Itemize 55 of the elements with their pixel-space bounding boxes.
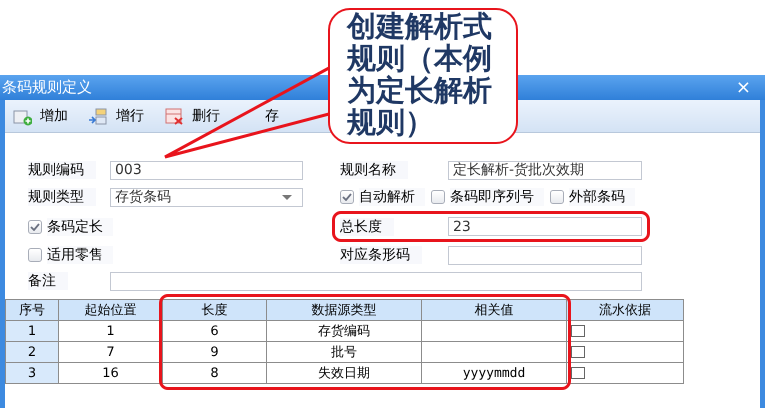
save-button[interactable]: 存 xyxy=(265,105,284,127)
checkbox-label: 条码即序列号 xyxy=(450,188,544,206)
input-field[interactable]: 003 xyxy=(110,160,303,180)
table-cell: 16 xyxy=(58,362,162,384)
table-cell: 1 xyxy=(58,320,162,342)
row-number: 3 xyxy=(6,362,58,384)
field-label: 规则类型 xyxy=(28,188,96,206)
delete-row-icon xyxy=(164,106,184,126)
checkbox[interactable] xyxy=(28,248,42,262)
checkbox-label: 自动解析 xyxy=(359,188,425,206)
add-button[interactable]: 增加 xyxy=(7,104,73,128)
dropdown[interactable]: 存货条码 xyxy=(110,188,303,206)
table-cell: 失效日期 xyxy=(266,362,422,384)
column-header: 相关值 xyxy=(422,300,566,320)
check-icon xyxy=(342,193,352,201)
checkbox[interactable] xyxy=(550,190,564,204)
input-field[interactable]: 定长解析-货批次效期 xyxy=(448,160,642,180)
checkbox-label: 条码定长 xyxy=(47,218,113,236)
row-number: 2 xyxy=(6,342,58,362)
table-cell: 7 xyxy=(58,342,162,362)
insert-button[interactable]: 增行 xyxy=(83,104,149,128)
checkbox[interactable] xyxy=(571,346,585,358)
checkbox-label: 外部条码 xyxy=(569,188,635,206)
checkbox[interactable] xyxy=(340,190,354,204)
field-label: 规则编码 xyxy=(28,161,96,179)
table-cell: 6 xyxy=(162,320,266,342)
column-header: 序号 xyxy=(6,300,58,320)
column-header: 长度 xyxy=(162,300,266,320)
checkbox[interactable] xyxy=(431,190,445,204)
field-label: 备注 xyxy=(28,272,68,290)
table-cell: yyyymmdd xyxy=(422,362,566,384)
input-field[interactable] xyxy=(110,272,642,290)
table-cell: 8 xyxy=(162,362,266,384)
column-header: 数据源类型 xyxy=(266,300,422,320)
insert-row-icon xyxy=(88,106,108,126)
field-label: 总长度 xyxy=(340,218,394,236)
checkbox-label: 适用零售 xyxy=(47,246,113,264)
window-title: 条码规则定义 xyxy=(2,78,92,97)
table-cell: 存货编码 xyxy=(266,320,422,342)
callout-text: 创建解析式规则（本例为定长解析规则） xyxy=(347,10,493,138)
table-cell: 9 xyxy=(162,342,266,362)
input-field[interactable] xyxy=(448,246,642,264)
column-header: 起始位置 xyxy=(58,300,162,320)
field-label: 对应条形码 xyxy=(340,246,422,264)
checkbox[interactable] xyxy=(571,367,585,379)
field-label: 规则名称 xyxy=(340,161,408,179)
checkbox[interactable] xyxy=(571,325,585,337)
row-number: 1 xyxy=(6,320,58,342)
checkbox[interactable] xyxy=(28,220,42,234)
check-icon xyxy=(30,222,40,230)
caret-icon xyxy=(282,194,292,200)
input-field[interactable]: 23 xyxy=(448,217,642,236)
delete-button[interactable]: 删行 xyxy=(159,104,225,128)
column-header: 流水依据 xyxy=(566,300,684,320)
table-cell: 批号 xyxy=(266,342,422,362)
